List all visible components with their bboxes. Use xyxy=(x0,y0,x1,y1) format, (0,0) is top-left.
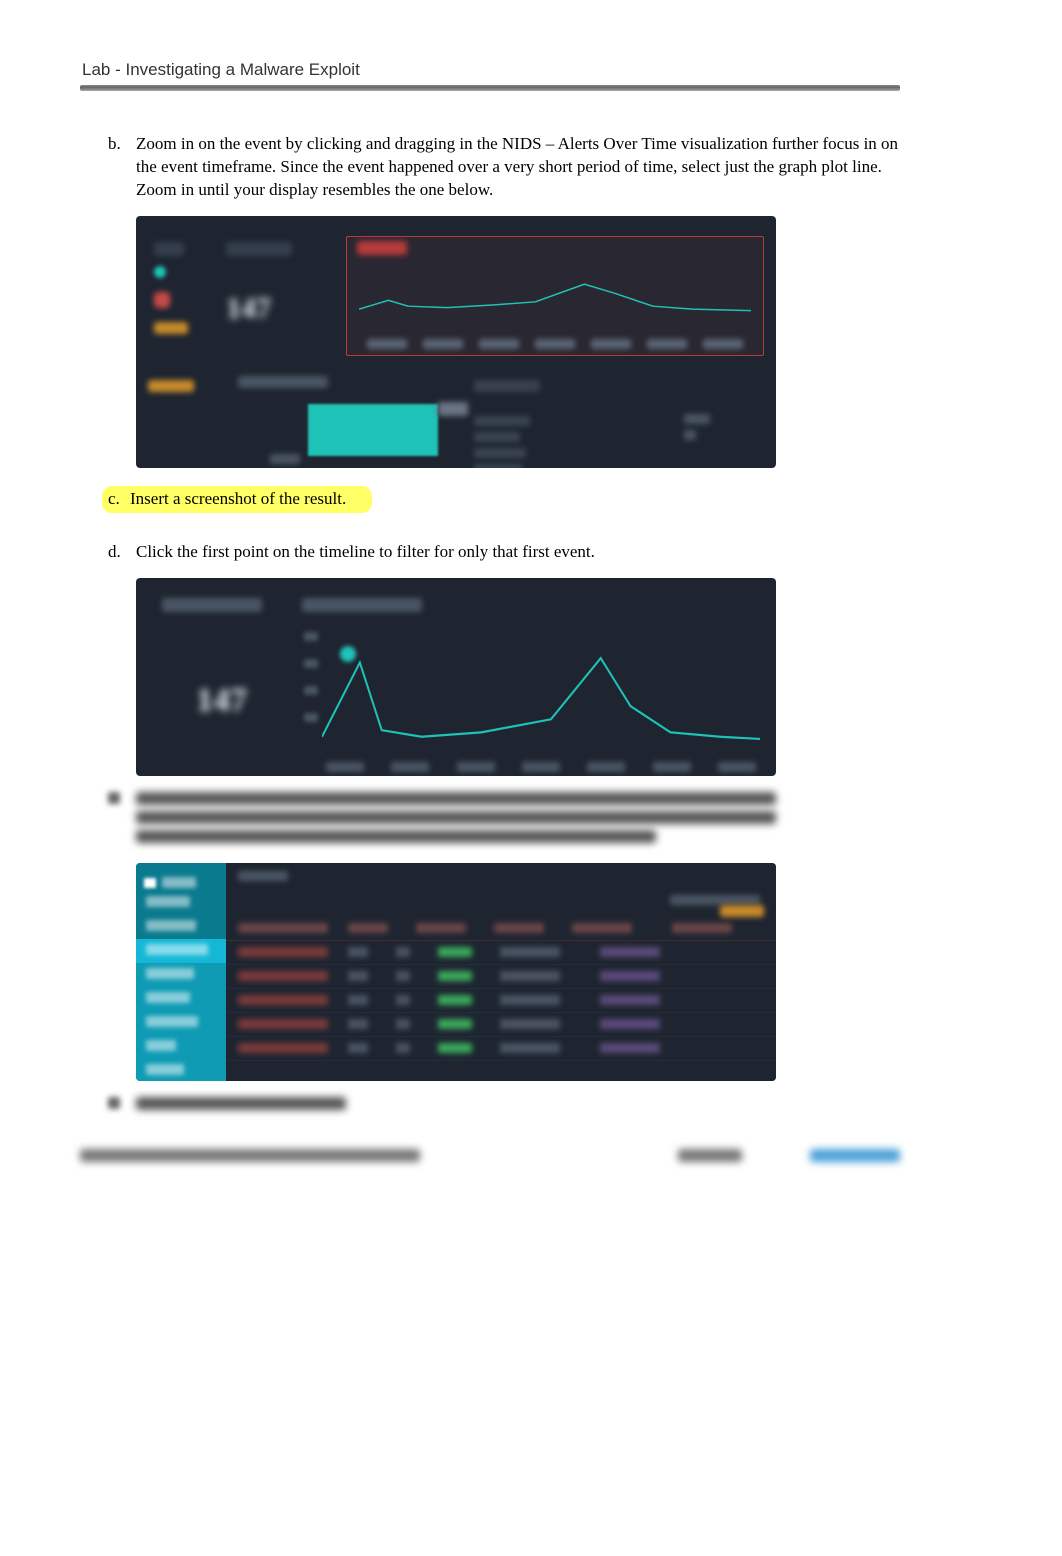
table-row xyxy=(226,1013,776,1037)
table-row xyxy=(226,965,776,989)
table-header xyxy=(226,917,776,941)
figure-nids-alerts-zoom: 147 xyxy=(136,216,776,468)
panel-count-2: 147 xyxy=(196,682,247,720)
table-row xyxy=(226,941,776,965)
step-b-marker: b. xyxy=(108,133,136,202)
step-c: c. Insert a screenshot of the result. xyxy=(108,486,900,513)
table-row xyxy=(226,1037,776,1061)
panel-count: 147 xyxy=(226,292,346,326)
footer-link xyxy=(790,1149,900,1162)
legend-dot-red xyxy=(154,292,170,308)
step-b-text: Zoom in on the event by clicking and dra… xyxy=(136,133,900,202)
step-b: b. Zoom in on the event by clicking and … xyxy=(108,133,900,202)
legend-dot-orange xyxy=(154,322,188,334)
sidebar xyxy=(136,863,226,1081)
timeline-first-point xyxy=(340,646,356,662)
header-rule xyxy=(80,85,900,91)
figure-alerts-table xyxy=(136,863,776,1081)
step-e-blurred xyxy=(108,792,900,849)
footer-left xyxy=(80,1149,630,1162)
page-footer xyxy=(80,1149,900,1162)
step-d: d. Click the first point on the timeline… xyxy=(108,541,900,564)
footer-page-number xyxy=(630,1149,790,1162)
legend-dot-teal xyxy=(154,266,166,278)
page-header-title: Lab - Investigating a Malware Exploit xyxy=(80,60,900,85)
table-row xyxy=(226,989,776,1013)
step-d-text: Click the first point on the timeline to… xyxy=(136,541,900,564)
step-d-marker: d. xyxy=(108,541,136,564)
figure-timeline-first-event: 147 xyxy=(136,578,776,776)
selection-region xyxy=(346,236,764,356)
bar-primary xyxy=(308,404,438,456)
step-f-blurred xyxy=(108,1097,900,1111)
step-c-text: Insert a screenshot of the result. xyxy=(130,488,354,511)
step-c-marker: c. xyxy=(102,488,130,511)
